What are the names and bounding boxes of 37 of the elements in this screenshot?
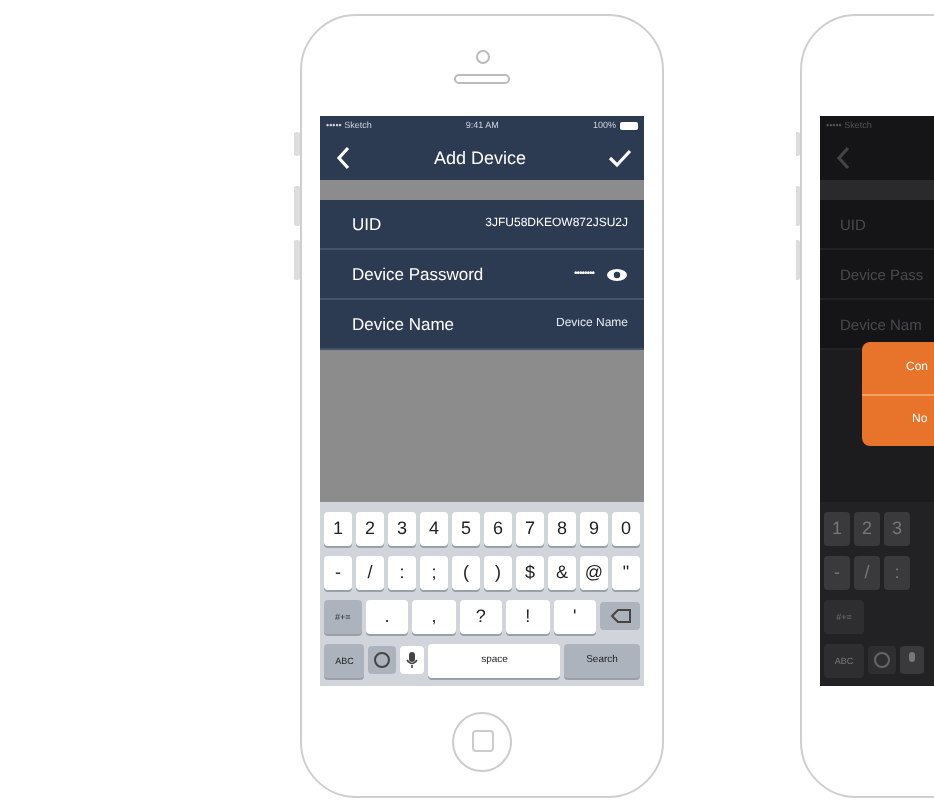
field-label: UID: [352, 214, 382, 234]
screen-title: Add Device: [433, 147, 527, 167]
keyboard-key[interactable]: ,: [412, 599, 456, 633]
keyboard-key[interactable]: &: [548, 555, 576, 589]
backspace-key-icon[interactable]: [600, 602, 641, 630]
keyboard-key[interactable]: !: [506, 599, 550, 633]
keyboard-key[interactable]: 7: [516, 511, 544, 545]
microphone-key-icon[interactable]: [400, 646, 425, 674]
eye-icon[interactable]: [606, 267, 628, 281]
keyboard-key[interactable]: -: [324, 555, 352, 589]
keyboard-key[interactable]: 1: [324, 511, 352, 545]
keyboard-key[interactable]: ?: [459, 599, 503, 633]
keyboard-key[interactable]: .: [365, 599, 409, 633]
keyboard-key[interactable]: @: [580, 555, 608, 589]
camera-icon: [475, 49, 489, 63]
keyboard-key[interactable]: 8: [548, 511, 576, 545]
keyboard-key[interactable]: 9: [580, 511, 608, 545]
checkmark-icon[interactable]: [608, 147, 632, 167]
keyboard-key[interactable]: /: [356, 555, 384, 589]
field-label: Device Password: [352, 264, 484, 284]
battery-icon: [619, 121, 638, 129]
keyboard-key[interactable]: :: [388, 555, 416, 589]
keyboard-key[interactable]: ): [484, 555, 512, 589]
keyboard-key[interactable]: ;: [420, 555, 448, 589]
keyboard-key[interactable]: 0: [612, 511, 640, 545]
keyboard-key[interactable]: 2: [356, 511, 384, 545]
keyboard-key[interactable]: ": [612, 555, 640, 589]
keyboard-key[interactable]: 5: [452, 511, 480, 545]
keyboard-key[interactable]: $: [516, 555, 544, 589]
keyboard-key[interactable]: 4: [420, 511, 448, 545]
speaker-icon: [454, 73, 510, 83]
field-label: Device Name: [352, 314, 455, 334]
emoji-key-icon[interactable]: [368, 646, 397, 674]
keyboard-key[interactable]: 6: [484, 511, 512, 545]
keyboard-key[interactable]: ': [553, 599, 597, 633]
keyboard-key[interactable]: 3: [388, 511, 416, 545]
keyboard-key[interactable]: (: [452, 555, 480, 589]
